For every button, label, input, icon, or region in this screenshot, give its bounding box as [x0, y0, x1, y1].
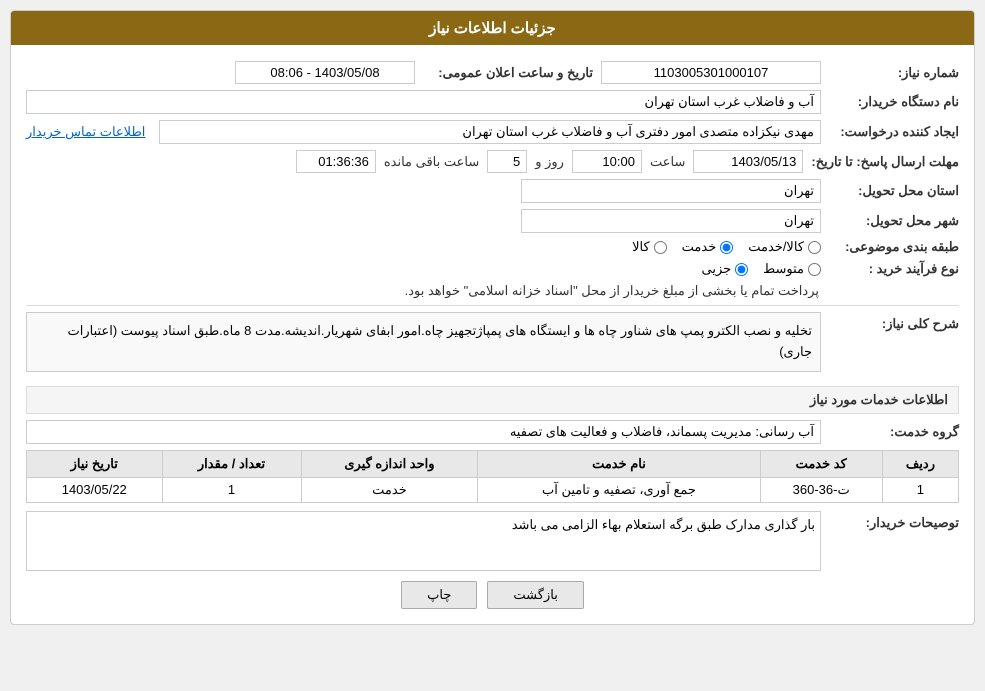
category-radio-group: کالا/خدمت خدمت کالا: [26, 239, 821, 255]
need-desc-section-label: شرح کلی نیاز:: [829, 312, 959, 332]
deadline-remaining: 01:36:36: [296, 150, 376, 173]
deadline-date: 1403/05/13: [693, 150, 803, 173]
category-option-kala_khedmat[interactable]: کالا/خدمت: [748, 239, 821, 255]
service-group-label: گروه خدمت:: [829, 424, 959, 440]
buyer-notes-label: توصیحات خریدار:: [829, 511, 959, 531]
city-label: شهر محل تحویل:: [829, 213, 959, 229]
cell-row-num: 1: [882, 477, 958, 502]
purchase-type-jozi[interactable]: جزیی: [701, 261, 748, 277]
need-number-value: 1103005301000107: [601, 61, 821, 84]
print-button[interactable]: چاپ: [401, 581, 477, 609]
province-value: تهران: [521, 179, 821, 203]
deadline-time: 10:00: [572, 150, 642, 173]
creator-contact-link[interactable]: اطلاعات تماس خریدار: [26, 124, 145, 140]
purchase-type-note: پرداخت تمام یا بخشی از مبلغ خریدار از مح…: [26, 283, 819, 299]
deadline-label: مهلت ارسال پاسخ: تا تاریخ:: [811, 154, 959, 170]
deadline-time-label: ساعت: [650, 154, 685, 170]
col-service-code: کد خدمت: [760, 450, 882, 477]
items-table: ردیف کد خدمت نام خدمت واحد اندازه گیری ت…: [26, 450, 959, 503]
creator-label: ایجاد کننده درخواست:: [829, 124, 959, 140]
deadline-days: 5: [487, 150, 527, 173]
cell-qty: 1: [162, 477, 301, 502]
table-row: 1 ت-36-360 جمع آوری، تصفیه و تامین آب خد…: [27, 477, 959, 502]
creator-value: مهدی نیکزاده متصدی امور دفتری آب و فاضلا…: [159, 120, 821, 144]
cell-service-code: ت-36-360: [760, 477, 882, 502]
announce-datetime-label: تاریخ و ساعت اعلان عمومی:: [423, 65, 593, 81]
buyer-org-label: نام دستگاه خریدار:: [829, 94, 959, 110]
deadline-days-label: روز و: [535, 154, 564, 170]
col-service-name: نام خدمت: [478, 450, 760, 477]
deadline-remaining-label: ساعت باقی مانده: [384, 154, 479, 170]
col-qty: تعداد / مقدار: [162, 450, 301, 477]
purchase-type-label: نوع فرآیند خرید :: [829, 261, 959, 277]
city-value: تهران: [521, 209, 821, 233]
province-label: استان محل تحویل:: [829, 183, 959, 199]
category-option-kala[interactable]: کالا: [632, 239, 667, 255]
need-desc-value: تخلیه و نصب الکترو پمپ های شناور چاه ها …: [26, 312, 821, 372]
cell-service-name: جمع آوری، تصفیه و تامین آب: [478, 477, 760, 502]
buyer-notes-textarea[interactable]: [26, 511, 821, 571]
buyer-org-value: آب و فاضلاب غرب استان تهران: [26, 90, 821, 114]
purchase-type-radio-group: متوسط جزیی: [26, 261, 821, 277]
category-label: طبقه بندی موضوعی:: [829, 239, 959, 255]
page-title: جزئیات اطلاعات نیاز: [429, 20, 556, 37]
col-date: تاریخ نیاز: [27, 450, 163, 477]
service-info-section-title: اطلاعات خدمات مورد نیاز: [26, 386, 959, 414]
announce-datetime-value: 1403/05/08 - 08:06: [235, 61, 415, 84]
button-row: بازگشت چاپ: [26, 581, 959, 609]
cell-unit: خدمت: [301, 477, 478, 502]
purchase-type-motavaset[interactable]: متوسط: [763, 261, 821, 277]
back-button[interactable]: بازگشت: [487, 581, 583, 609]
col-row-num: ردیف: [882, 450, 958, 477]
category-option-khedmat[interactable]: خدمت: [682, 239, 734, 255]
col-unit: واحد اندازه گیری: [301, 450, 478, 477]
need-number-label: شماره نیاز:: [829, 65, 959, 81]
service-group-value: آب رسانی: مدیریت پسماند، فاضلاب و فعالیت…: [26, 420, 821, 444]
cell-date: 1403/05/22: [27, 477, 163, 502]
page-header: جزئیات اطلاعات نیاز: [11, 11, 974, 45]
